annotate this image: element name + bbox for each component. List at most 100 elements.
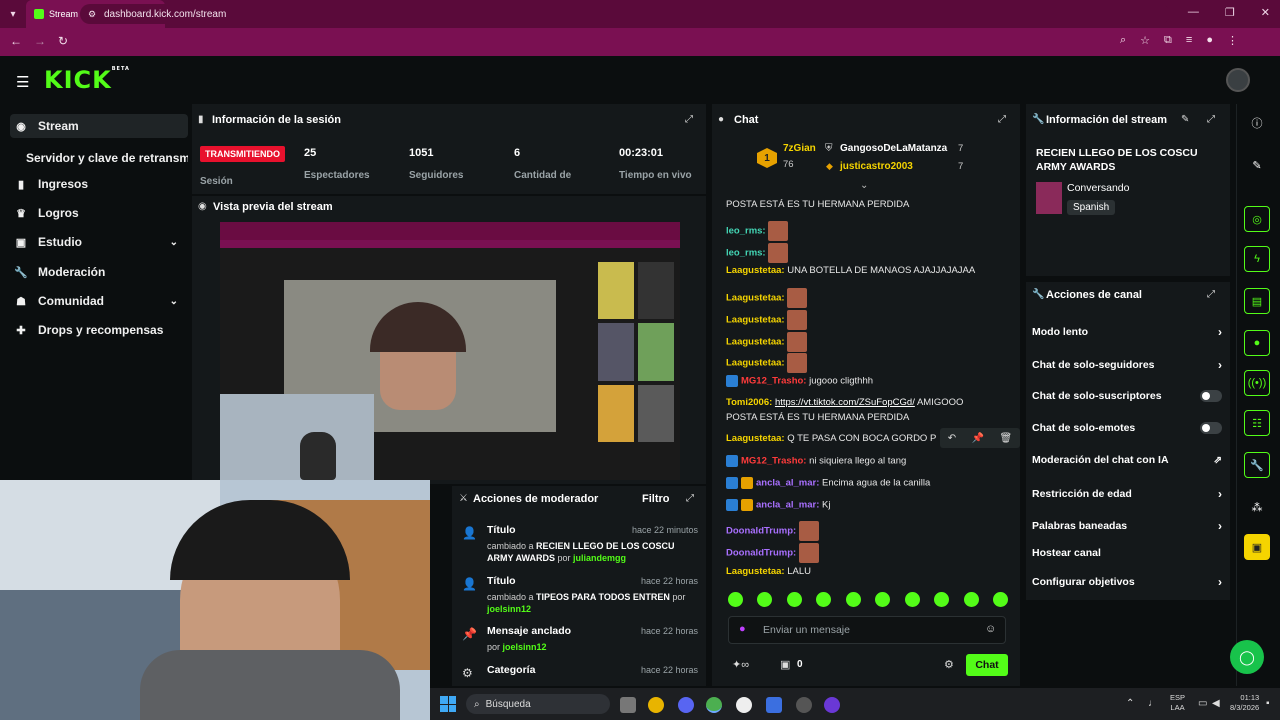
collapse-chevron-icon[interactable]: ⌄ xyxy=(860,180,868,191)
category-thumbnail[interactable] xyxy=(1036,182,1062,214)
chat-username[interactable]: Tomi2006: xyxy=(726,397,772,408)
stream-category[interactable]: Conversando xyxy=(1067,182,1129,194)
external-link-icon[interactable]: ⇗ xyxy=(1214,455,1222,466)
minimize-icon[interactable]: — xyxy=(1188,6,1199,19)
channel-action-row[interactable]: Chat de solo-emotes xyxy=(1032,422,1222,434)
quick-emote-icon[interactable] xyxy=(816,592,832,607)
chrome-active-icon[interactable] xyxy=(706,697,722,713)
pin-icon[interactable]: 📌 xyxy=(972,433,984,444)
sidebar-item-4[interactable]: ♛ Logros xyxy=(10,201,188,225)
notification-icon[interactable]: ▪ xyxy=(1266,698,1270,709)
tray-chevron-icon[interactable]: ⌃ xyxy=(1126,698,1134,709)
channel-action-row[interactable]: Modo lento › xyxy=(1032,325,1222,339)
chat-username[interactable]: leo_rms: xyxy=(726,248,766,259)
site-info-icon[interactable]: ⚙ xyxy=(88,9,96,20)
toggle-switch[interactable] xyxy=(1200,422,1222,434)
mod-user-link[interactable]: joelsinn12 xyxy=(487,604,531,614)
close-window-icon[interactable]: ✕ xyxy=(1261,6,1270,19)
expand-icon[interactable]: ⤢ xyxy=(998,114,1006,125)
extensions-icon[interactable]: ⧉ xyxy=(1164,34,1172,47)
reload-icon[interactable]: ↻ xyxy=(58,34,68,48)
wrench-rail-icon[interactable]: 🔧 xyxy=(1244,452,1270,478)
mic-tray-icon[interactable]: ♩ xyxy=(1148,698,1158,709)
chat-message-text[interactable]: https://vt.tiktok.com/ZSuFopCGd/ xyxy=(775,397,915,408)
chat-username[interactable]: Laagustetaa: xyxy=(726,293,785,304)
expand-icon[interactable]: ⤢ xyxy=(686,493,694,504)
pencil-icon[interactable]: ✎ xyxy=(1244,152,1270,178)
chat-username[interactable]: Laagustetaa: xyxy=(726,265,785,276)
windows-start-icon[interactable] xyxy=(440,696,456,712)
expand-icon[interactable]: ⤢ xyxy=(685,114,693,125)
forward-icon[interactable]: → xyxy=(34,34,46,48)
zoom-icon[interactable]: ⌕ xyxy=(1120,34,1126,47)
tab-list-icon[interactable]: ▾ xyxy=(0,0,26,28)
sidebar-item-2[interactable]: Servidor y clave de retransm xyxy=(10,146,188,170)
profile-icon[interactable]: ● xyxy=(1206,34,1213,47)
back-icon[interactable]: ← xyxy=(10,34,22,48)
channel-action-row[interactable]: Palabras baneadas › xyxy=(1032,519,1222,533)
quick-emote-icon[interactable] xyxy=(786,592,802,607)
quick-emote-icon[interactable] xyxy=(875,592,891,607)
channel-action-row[interactable]: Moderación del chat con IA ⇗ xyxy=(1032,454,1222,466)
chevron-down-icon[interactable]: ⌄ xyxy=(170,237,178,248)
chat-username[interactable]: ancla_al_mar: xyxy=(756,478,819,489)
clock[interactable]: 01:13 8/3/2026 xyxy=(1230,693,1259,713)
chevron-right-icon[interactable]: › xyxy=(1218,575,1222,589)
channel-action-row[interactable]: Chat de solo-suscriptores xyxy=(1032,390,1222,402)
top-gifter-3-name[interactable]: justicastro2003 xyxy=(840,161,913,172)
toggle-switch[interactable] xyxy=(1200,390,1222,402)
chat-username[interactable]: MG12_Trasho: xyxy=(741,376,806,387)
language-indicator[interactable]: ESP LAA xyxy=(1170,693,1185,713)
top-gifter-2-name[interactable]: GangosoDeLaMatanza xyxy=(840,143,947,154)
chat-username[interactable]: Laagustetaa: xyxy=(726,337,785,348)
quick-emote-icon[interactable] xyxy=(992,592,1008,607)
lightning-icon[interactable]: ϟ xyxy=(1244,246,1270,272)
chevron-right-icon[interactable]: › xyxy=(1218,358,1222,372)
gift-box-icon[interactable]: ▣ xyxy=(1244,534,1270,560)
sidebar-item-8[interactable]: ✚ Drops y recompensas xyxy=(10,318,188,342)
chat-username[interactable]: leo_rms: xyxy=(726,226,766,237)
list-icon[interactable]: ☷ xyxy=(1244,410,1270,436)
points-icon[interactable]: ✦∞ xyxy=(732,658,749,671)
chat-username[interactable]: MG12_Trasho: xyxy=(741,456,806,467)
chevron-down-icon[interactable]: ⌄ xyxy=(170,296,178,307)
camera-icon[interactable]: ◎ xyxy=(1244,206,1270,232)
volume-icon[interactable]: ◀ xyxy=(1212,698,1220,709)
top-gifter-name[interactable]: 7zGian xyxy=(783,143,816,154)
menu-icon[interactable]: ⋮ xyxy=(1227,34,1238,47)
settings-dots-icon[interactable]: ⁂ xyxy=(1244,494,1270,520)
channel-action-row[interactable]: Configurar objetivos › xyxy=(1032,575,1222,589)
obs-icon[interactable] xyxy=(824,697,840,713)
sidebar-item-3[interactable]: ▮ Ingresos xyxy=(10,172,188,196)
media-icon[interactable]: ≡ xyxy=(1186,34,1192,47)
taskbar-search[interactable]: ⌕ Búsqueda xyxy=(466,694,610,714)
reply-icon[interactable]: ↶ xyxy=(948,433,956,444)
chat-icon[interactable]: ● xyxy=(1244,330,1270,356)
broadcast-icon[interactable]: ((•)) xyxy=(1244,370,1270,396)
channel-action-row[interactable]: Chat de solo-seguidores › xyxy=(1032,358,1222,372)
chat-username[interactable]: Laagustetaa: xyxy=(726,358,785,369)
chrome-icon[interactable] xyxy=(648,697,664,713)
quick-emote-icon[interactable] xyxy=(963,592,979,607)
quick-emote-icon[interactable] xyxy=(934,592,950,607)
gift-icon[interactable]: ▣ xyxy=(780,658,790,671)
quick-emote-icon[interactable] xyxy=(904,592,920,607)
channel-action-row[interactable]: Hostear canal xyxy=(1032,547,1222,559)
help-chat-button[interactable]: ◯ xyxy=(1230,640,1264,674)
chat-settings-icon[interactable]: ⚙ xyxy=(944,658,954,671)
chat-username[interactable]: Laagustetaa: xyxy=(726,315,785,326)
stream-preview-video[interactable] xyxy=(220,222,680,480)
store-icon[interactable] xyxy=(766,697,782,713)
chat-username[interactable]: DoonaldTrump: xyxy=(726,526,796,537)
document-icon[interactable]: ▤ xyxy=(1244,288,1270,314)
sidebar-item-6[interactable]: 🔧 Moderación xyxy=(10,260,188,284)
channel-action-row[interactable]: Restricción de edad › xyxy=(1032,487,1222,501)
send-chat-button[interactable]: Chat xyxy=(966,654,1008,676)
hamburger-menu-icon[interactable]: ☰ xyxy=(16,73,29,91)
info-icon[interactable]: ⓘ xyxy=(1244,110,1270,136)
mod-user-link[interactable]: juliandemgg xyxy=(573,553,626,563)
chat-username[interactable]: ancla_al_mar: xyxy=(756,500,819,511)
kick-logo[interactable]: KICKBETA xyxy=(44,66,130,94)
sidebar-item-5[interactable]: ▣ Estudio ⌄ xyxy=(10,230,188,254)
delete-icon[interactable]: 🗑 xyxy=(1000,433,1013,444)
